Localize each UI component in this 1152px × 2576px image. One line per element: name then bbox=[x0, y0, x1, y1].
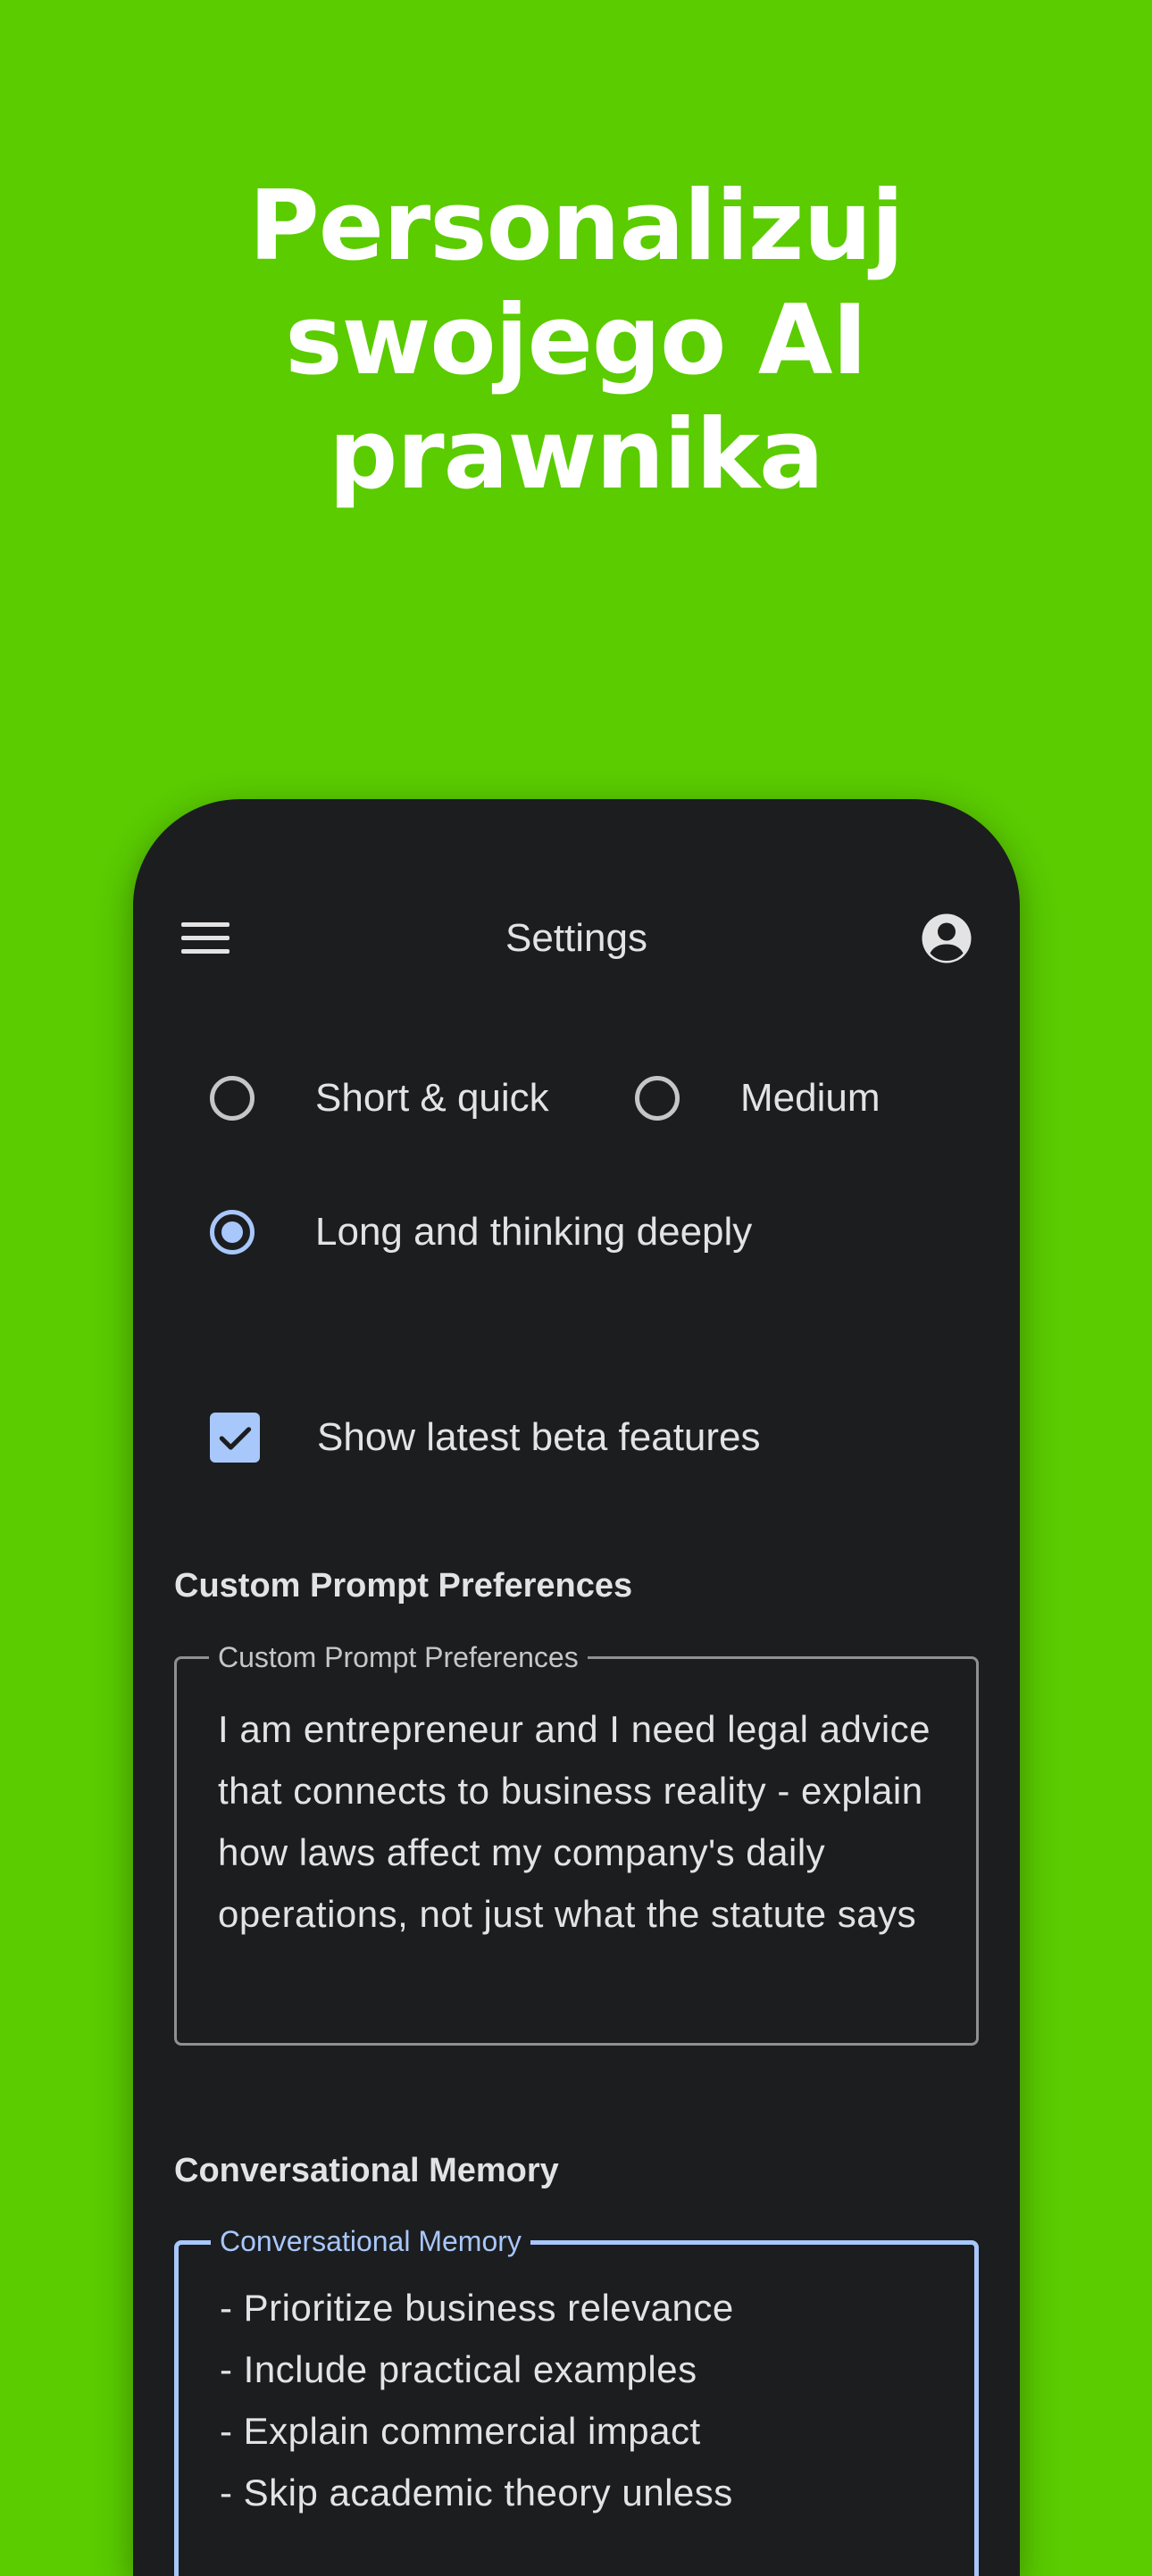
account-circle-icon[interactable] bbox=[920, 912, 973, 965]
memory-field-label: Conversational Memory bbox=[211, 2223, 530, 2259]
custom-prompt-field[interactable]: Custom Prompt Preferences I am entrepren… bbox=[174, 1639, 979, 2046]
check-icon bbox=[219, 1427, 252, 1450]
radio-long-deep[interactable]: Long and thinking deeply bbox=[210, 1210, 752, 1255]
memory-line: - Explain commercial impact bbox=[220, 2410, 701, 2452]
custom-prompt-field-label: Custom Prompt Preferences bbox=[209, 1639, 588, 1675]
checkbox-label: Show latest beta features bbox=[317, 1415, 761, 1459]
phone-frame: Settings Short & quick Medium Long and t… bbox=[133, 799, 1020, 2576]
radio-medium[interactable]: Medium bbox=[635, 1076, 881, 1121]
radio-button-selected[interactable] bbox=[210, 1210, 255, 1255]
headline-line-3: prawnika bbox=[329, 399, 824, 511]
page-title: Settings bbox=[505, 916, 647, 960]
radio-button[interactable] bbox=[210, 1076, 255, 1121]
custom-prompt-section-title: Custom Prompt Preferences bbox=[174, 1567, 633, 1605]
memory-value: - Prioritize business relevance - Includ… bbox=[220, 2277, 939, 2523]
checkbox-checked[interactable] bbox=[210, 1413, 260, 1463]
custom-prompt-value: I am entrepreneur and I need legal advic… bbox=[218, 1708, 931, 1935]
memory-field[interactable]: Conversational Memory - Prioritize busin… bbox=[174, 2223, 979, 2576]
headline: Personalizuj swojego AI prawnika bbox=[0, 170, 1152, 513]
radio-short-quick[interactable]: Short & quick bbox=[210, 1076, 549, 1121]
radio-label: Medium bbox=[740, 1076, 881, 1120]
beta-features-toggle[interactable]: Show latest beta features bbox=[210, 1413, 761, 1463]
memory-line: - Prioritize business relevance bbox=[220, 2287, 734, 2329]
memory-line: - Skip academic theory unless bbox=[220, 2472, 733, 2513]
memory-section-title: Conversational Memory bbox=[174, 2152, 559, 2189]
app-bar: Settings bbox=[133, 906, 1020, 971]
headline-line-1: Personalizuj bbox=[248, 171, 905, 282]
headline-line-2: swojego AI bbox=[285, 285, 867, 396]
memory-line: - Include practical examples bbox=[220, 2348, 697, 2390]
radio-button[interactable] bbox=[635, 1076, 680, 1121]
radio-label: Short & quick bbox=[315, 1076, 549, 1120]
radio-label: Long and thinking deeply bbox=[315, 1210, 753, 1254]
